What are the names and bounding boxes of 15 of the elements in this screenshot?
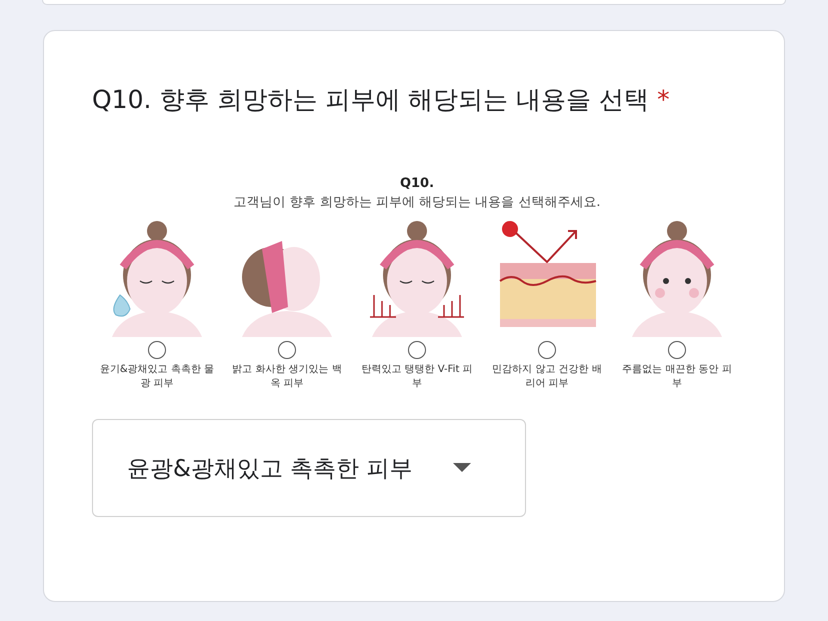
- option-label: 주름없는 매끈한 동안 피부: [621, 363, 733, 391]
- radio-button[interactable]: [278, 341, 296, 359]
- radio-button[interactable]: [538, 341, 556, 359]
- option-label: 탄력있고 탱탱한 V-Fit 피부: [360, 363, 474, 391]
- option-label: 밝고 화사한 생기있는 백옥 피부: [231, 363, 343, 391]
- radio-button[interactable]: [408, 341, 426, 359]
- image-heading: Q10.: [400, 176, 434, 191]
- answer-dropdown[interactable]: 윤광&광채있고 촉촉한 피부: [92, 419, 526, 517]
- question-title: Q10. 향후 희망하는 피부에 해당되는 내용을 선택 *: [92, 84, 671, 116]
- image-subtitle: 고객님이 향후 희망하는 피부에 해당되는 내용을 선택해주세요.: [234, 194, 600, 211]
- dropdown-caret-icon: [452, 463, 471, 473]
- radio-button[interactable]: [668, 341, 686, 359]
- option-label: 민감하지 않고 건강한 배리어 피부: [491, 363, 603, 391]
- option-label: 윤기&광채있고 촉촉한 물광 피부: [98, 363, 216, 391]
- radio-button[interactable]: [148, 341, 166, 359]
